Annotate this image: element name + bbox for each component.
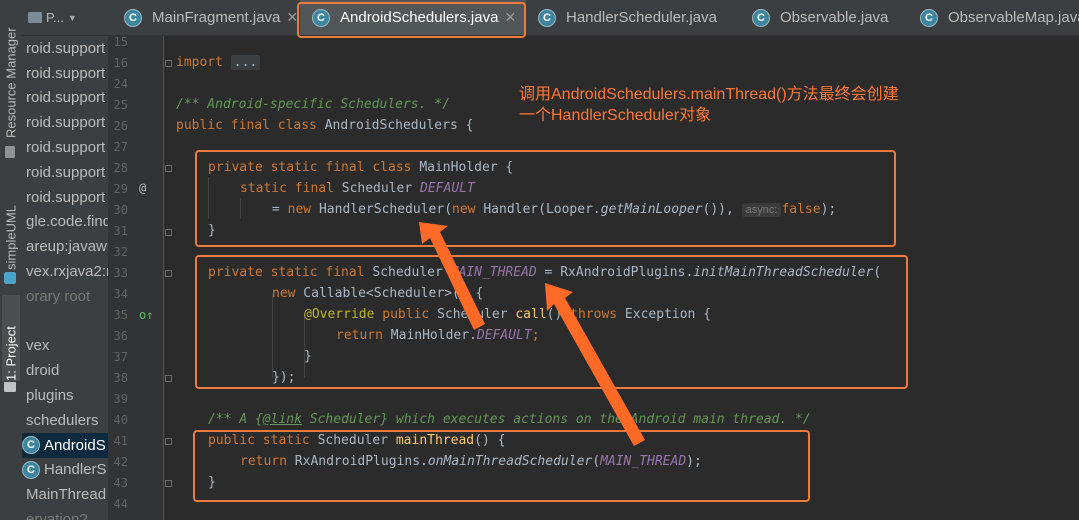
arrow-to-main-thread-field xyxy=(545,283,645,446)
annotation-arrows xyxy=(419,222,645,446)
arrow-to-handler-scheduler xyxy=(419,222,485,330)
